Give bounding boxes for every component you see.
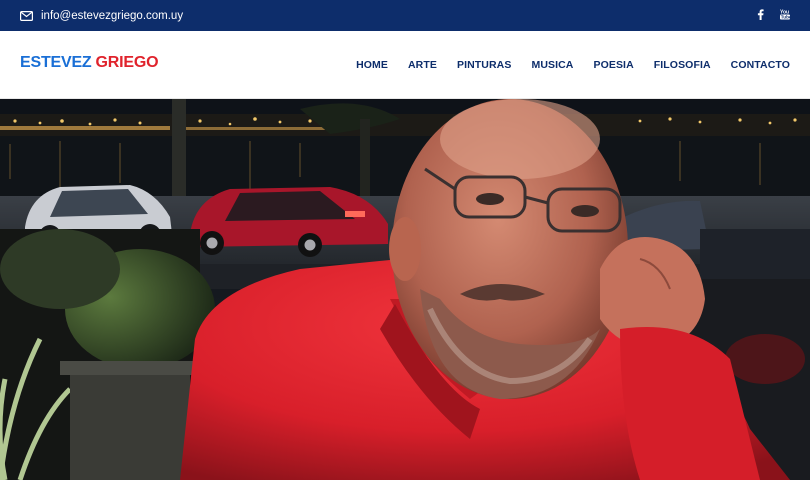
nav-arte[interactable]: ARTE bbox=[408, 59, 437, 71]
contact-email[interactable]: info@estevezgriego.com.uy bbox=[20, 10, 183, 22]
portrait-photo bbox=[0, 99, 810, 480]
youtube-icon[interactable]: You Tube bbox=[780, 7, 792, 25]
nav-home[interactable]: HOME bbox=[356, 59, 388, 71]
logo-second-word: GRIEGO bbox=[95, 54, 159, 71]
nav-poesia[interactable]: POESIA bbox=[593, 59, 633, 71]
main-nav: HOME ARTE PINTURAS MUSICA POESIA FILOSOF… bbox=[356, 31, 790, 99]
nav-musica[interactable]: MUSICA bbox=[531, 59, 573, 71]
site-header: ESTEVEZ GRIEGO HOME ARTE PINTURAS MUSICA… bbox=[0, 31, 810, 99]
hero-photo bbox=[0, 99, 810, 480]
mail-icon bbox=[20, 10, 33, 21]
facebook-icon[interactable] bbox=[757, 7, 764, 25]
logo-first-word: ESTEVEZ bbox=[20, 54, 92, 71]
social-links: You Tube bbox=[757, 7, 792, 25]
site-logo[interactable]: ESTEVEZ GRIEGO bbox=[20, 54, 159, 72]
top-bar: info@estevezgriego.com.uy You Tube bbox=[0, 0, 810, 31]
email-text: info@estevezgriego.com.uy bbox=[41, 9, 184, 22]
nav-contacto[interactable]: CONTACTO bbox=[731, 59, 790, 71]
nav-pinturas[interactable]: PINTURAS bbox=[457, 59, 511, 71]
svg-text:Tube: Tube bbox=[781, 14, 790, 19]
nav-filosofia[interactable]: FILOSOFIA bbox=[654, 59, 711, 71]
